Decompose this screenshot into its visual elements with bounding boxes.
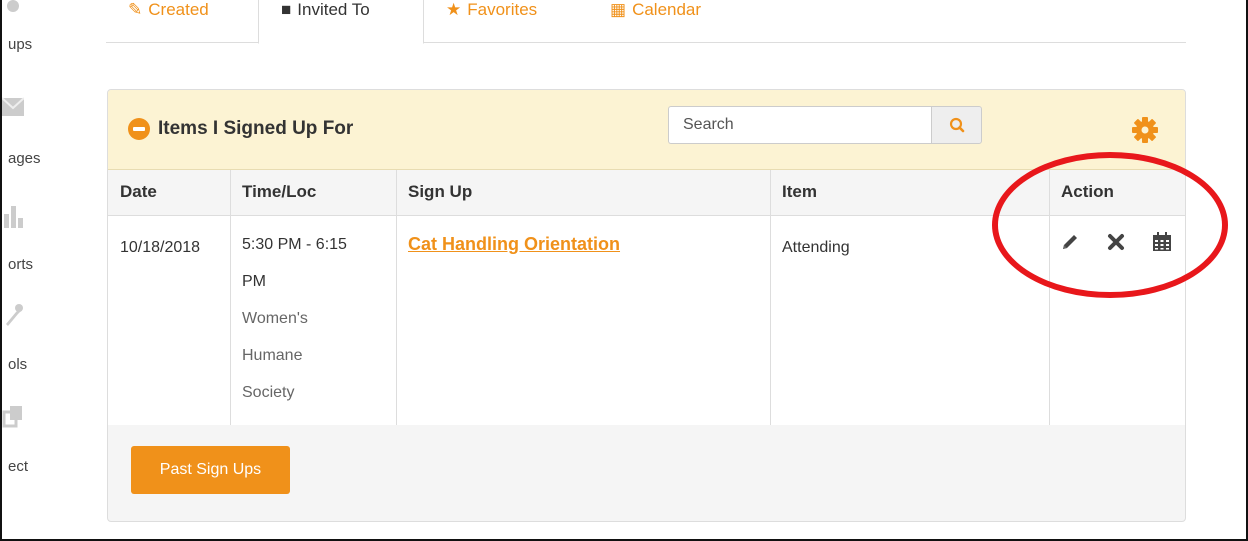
star-icon: ★ <box>446 0 462 19</box>
column-divider <box>770 170 771 425</box>
tab-bar: ✎ Created ■ Invited To ★ Favorites ▦ Calenda… <box>106 0 1186 44</box>
tab-created[interactable]: ✎ Created <box>128 0 209 43</box>
sidebar-item-label: ups <box>8 36 33 53</box>
calendar-icon: ▦ <box>610 0 627 19</box>
select-icon <box>2 406 22 428</box>
time-text-cont: PM <box>242 273 266 290</box>
cell-date: 10/18/2018 <box>120 239 201 256</box>
sidebar: ups ages orts ols ect <box>0 0 62 541</box>
column-divider <box>1049 170 1050 425</box>
collapse-icon[interactable] <box>128 118 150 140</box>
search-button[interactable] <box>931 106 982 144</box>
cell-timeloc: 5:30 PM - 6:15 PM Women's Humane Society <box>230 216 380 411</box>
envelope-icon: ■ <box>281 0 292 19</box>
tab-invited-to[interactable]: ■ Invited To <box>258 0 424 44</box>
pencil-icon: ✎ <box>128 0 143 19</box>
sidebar-item-tools[interactable]: ols <box>0 298 62 373</box>
location-text: Women's Humane Society <box>242 310 308 401</box>
messages-icon <box>2 97 24 116</box>
sidebar-item-label: ols <box>8 356 28 373</box>
signup-link[interactable]: Cat Handling Orientation <box>408 234 620 254</box>
sidebar-item-label: ages <box>8 150 41 167</box>
gear-icon[interactable] <box>1132 117 1158 143</box>
column-header-action: Action <box>1049 170 1185 216</box>
search-icon <box>949 117 965 133</box>
column-header-item: Item <box>770 170 1049 216</box>
panel-title: Items I Signed Up For <box>158 118 354 139</box>
column-divider <box>396 170 397 425</box>
groups-icon <box>7 0 19 12</box>
reports-icon <box>4 206 23 228</box>
sidebar-item-messages[interactable]: ages <box>0 92 62 167</box>
sidebar-item-label: ect <box>8 458 29 475</box>
column-header-date: Date <box>108 170 230 216</box>
cell-signup: Cat Handling Orientation <box>396 216 770 260</box>
calendar-icon[interactable] <box>1152 232 1172 252</box>
signups-table: Date Time/Loc Sign Up Item Action 10/18/… <box>108 170 1185 425</box>
past-signups-button[interactable]: Past Sign Ups <box>131 446 290 494</box>
sidebar-item-label: orts <box>8 256 34 273</box>
panel-header: Items I Signed Up For <box>108 90 1185 170</box>
signups-panel: Items I Signed Up For Date Time/Loc Sign… <box>107 89 1186 522</box>
cell-item: Attending <box>782 239 850 256</box>
edit-icon[interactable] <box>1060 232 1080 252</box>
column-header-timeloc: Time/Loc <box>230 170 396 216</box>
delete-icon[interactable] <box>1106 232 1126 252</box>
sidebar-item-groups[interactable]: ups <box>0 0 62 56</box>
tab-favorites[interactable]: ★ Favorites <box>446 0 537 43</box>
tools-icon <box>6 304 23 326</box>
search-input[interactable] <box>668 106 932 144</box>
tab-calendar[interactable]: ▦ Calendar <box>610 0 701 43</box>
time-text: 5:30 PM - 6:15 <box>242 236 347 253</box>
sidebar-item-reports[interactable]: orts <box>0 198 62 273</box>
sidebar-item-select[interactable]: ect <box>0 400 62 475</box>
column-header-signup: Sign Up <box>396 170 770 216</box>
